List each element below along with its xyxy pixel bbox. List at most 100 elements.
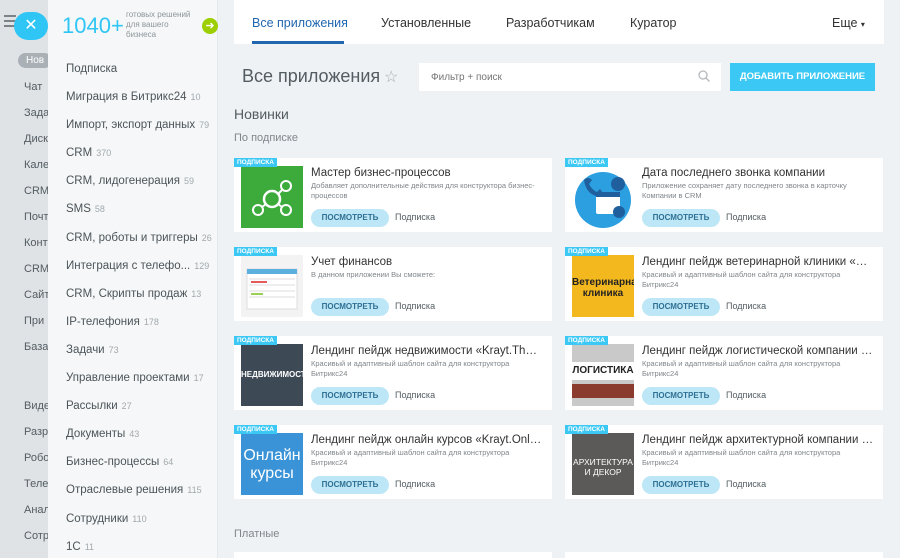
category-item[interactable]: Импорт, экспорт данных 79 xyxy=(66,114,216,142)
subscription-badge: ПОДПИСКА xyxy=(234,336,277,345)
app-thumbnail xyxy=(241,166,303,228)
menu-item[interactable]: Кале xyxy=(24,159,48,171)
arrow-right-icon[interactable]: ➜ xyxy=(202,18,218,34)
app-card[interactable]: ПОДПИСКА Учет финансов В данном приложен… xyxy=(234,247,552,321)
category-label: Сотрудники xyxy=(66,512,129,525)
category-item[interactable]: Документы 43 xyxy=(66,423,216,451)
category-count: 11 xyxy=(84,541,95,552)
thumbnail-text: Ветеринарная клиника xyxy=(572,277,634,299)
category-item[interactable]: Интеграция с телефо... 129 xyxy=(66,255,216,283)
menu-item[interactable]: Анал xyxy=(24,504,48,516)
solutions-count-text: готовых решений для вашего бизнеса xyxy=(126,10,191,39)
close-button[interactable]: ✕ xyxy=(14,12,48,40)
category-item[interactable]: Управление проектами 17 xyxy=(66,367,216,395)
chevron-down-icon: ▾ xyxy=(860,20,865,29)
menu-item[interactable]: Робо xyxy=(24,452,48,464)
menu-item[interactable]: Разр xyxy=(24,426,48,438)
app-card[interactable]: ПОДПИСКА Мастер бизнес-процессов Добавля… xyxy=(234,158,552,232)
category-item[interactable]: CRM, роботы и триггеры 26 xyxy=(66,227,216,255)
search-input[interactable] xyxy=(419,63,721,91)
price-label: Подписка xyxy=(726,212,767,222)
view-button[interactable]: ПОСМОТРЕТЬ xyxy=(642,298,720,316)
menu-item[interactable]: Зада xyxy=(24,107,48,119)
menu-item[interactable]: CRM xyxy=(24,263,48,275)
menu-item[interactable]: CRM xyxy=(24,185,48,197)
app-card[interactable]: ЛОГИСТИКА ПОДПИСКА Лендинг пейдж логисти… xyxy=(565,336,883,410)
category-count: 115 xyxy=(187,485,202,496)
view-button[interactable]: ПОСМОТРЕТЬ xyxy=(311,476,389,494)
subscription-badge: ПОДПИСКА xyxy=(565,336,608,345)
category-item[interactable]: Рассылки 27 xyxy=(66,395,216,423)
app-description: Красивый и адаптивный шаблон сайта для к… xyxy=(642,359,841,378)
price-label: Подписка xyxy=(726,390,767,400)
solutions-counter[interactable]: 1040+ готовых решений для вашего бизнеса… xyxy=(62,8,218,46)
app-title[interactable]: Лендинг пейдж архитектурной компании «..… xyxy=(642,434,874,446)
thumbnail-text: Онлайн курсы xyxy=(243,447,301,482)
app-title[interactable]: Мастер бизнес-процессов xyxy=(311,167,543,179)
tab-all-apps[interactable]: Все приложения xyxy=(252,16,348,30)
app-title[interactable]: Дата последнего звонка компании xyxy=(642,167,874,179)
view-button[interactable]: ПОСМОТРЕТЬ xyxy=(311,298,389,316)
category-item[interactable]: SMS 58 xyxy=(66,198,216,226)
category-label: Миграция в Битрикс24 xyxy=(66,91,187,104)
view-button[interactable]: ПОСМОТРЕТЬ xyxy=(642,209,720,227)
app-card[interactable]: АРХИТЕКТУРА И ДЕКОР ПОДПИСКА Лендинг пей… xyxy=(565,425,883,499)
workflow-icon xyxy=(252,180,292,216)
menu-item[interactable]: Диск xyxy=(24,133,48,145)
app-card[interactable]: ПОДПИСКА Дата последнего звонка компании… xyxy=(565,158,883,232)
app-title[interactable]: Лендинг пейдж недвижимости «Krayt.ThePr.… xyxy=(311,345,543,357)
category-label: CRM, роботы и триггеры xyxy=(66,231,198,244)
menu-item[interactable]: Сотр xyxy=(24,530,48,542)
tab-installed[interactable]: Установленные xyxy=(381,16,471,30)
category-item[interactable]: Отраслевые решения 115 xyxy=(66,479,216,507)
app-card[interactable]: Онлайн курсы ПОДПИСКА Лендинг пейдж онла… xyxy=(234,425,552,499)
category-item[interactable]: Задачи 73 xyxy=(66,339,216,367)
add-app-button[interactable]: ДОБАВИТЬ ПРИЛОЖЕНИЕ xyxy=(730,63,875,91)
app-card[interactable]: НЕДВИЖИМОСТЬ ПОДПИСКА Лендинг пейдж недв… xyxy=(234,336,552,410)
category-count: 13 xyxy=(191,288,202,299)
category-item[interactable]: IP-телефония 178 xyxy=(66,311,216,339)
category-item[interactable]: Миграция в Битрикс24 10 xyxy=(66,86,216,114)
star-icon[interactable]: ☆ xyxy=(384,67,398,87)
price-label: Подписка xyxy=(395,479,436,489)
app-title[interactable]: Лендинг пейдж логистической компании «..… xyxy=(642,345,874,357)
view-button[interactable]: ПОСМОТРЕТЬ xyxy=(642,476,720,494)
app-title[interactable]: Лендинг пейдж ветеринарной клиники «Kr..… xyxy=(642,256,874,268)
menu-item[interactable]: Теле xyxy=(24,478,48,490)
app-description: В данном приложении Вы сможете: xyxy=(311,270,436,279)
app-card-partial[interactable] xyxy=(234,552,552,558)
category-item[interactable]: 1С 11 xyxy=(66,536,216,558)
app-card-partial[interactable] xyxy=(565,552,883,558)
category-count: 110 xyxy=(132,513,147,524)
category-item[interactable]: Подписка xyxy=(66,58,216,86)
menu-item[interactable]: База xyxy=(24,341,48,353)
menu-item[interactable]: Сайт xyxy=(24,289,48,301)
category-count: 58 xyxy=(94,204,105,215)
view-button[interactable]: ПОСМОТРЕТЬ xyxy=(311,387,389,405)
tab-curator[interactable]: Куратор xyxy=(630,16,677,30)
view-button[interactable]: ПОСМОТРЕТЬ xyxy=(311,209,389,227)
menu-item[interactable]: Виде xyxy=(24,400,48,412)
category-item[interactable]: CRM, Скрипты продаж 13 xyxy=(66,283,216,311)
app-description: Приложение сохраняет дату последнего зво… xyxy=(642,181,847,200)
app-description: Красивый и адаптивный шаблон сайта для к… xyxy=(642,270,841,289)
tab-more[interactable]: Еще ▾ xyxy=(832,16,865,30)
category-item[interactable]: CRM 370 xyxy=(66,142,216,170)
menu-item[interactable]: Чат xyxy=(24,81,42,93)
view-button[interactable]: ПОСМОТРЕТЬ xyxy=(642,387,720,405)
app-card[interactable]: Ветеринарная клиника ПОДПИСКА Лендинг пе… xyxy=(565,247,883,321)
category-item[interactable]: Сотрудники 110 xyxy=(66,508,216,536)
menu-item[interactable]: Почт xyxy=(24,211,48,223)
app-title[interactable]: Учет финансов xyxy=(311,256,543,268)
subscription-badge: ПОДПИСКА xyxy=(234,425,277,434)
category-item[interactable]: Бизнес-процессы 64 xyxy=(66,451,216,479)
category-label: Отраслевые решения xyxy=(66,484,184,497)
menu-item[interactable]: Конт xyxy=(24,237,48,249)
menu-item[interactable]: Нов xyxy=(18,53,48,68)
price-label: Подписка xyxy=(726,301,767,311)
search-icon[interactable] xyxy=(697,69,711,83)
app-title[interactable]: Лендинг пейдж онлайн курсов «Krayt.Onlin… xyxy=(311,434,543,446)
tab-developers[interactable]: Разработчикам xyxy=(506,16,595,30)
menu-item[interactable]: При xyxy=(24,315,44,327)
category-item[interactable]: CRM, лидогенерация 59 xyxy=(66,170,216,198)
